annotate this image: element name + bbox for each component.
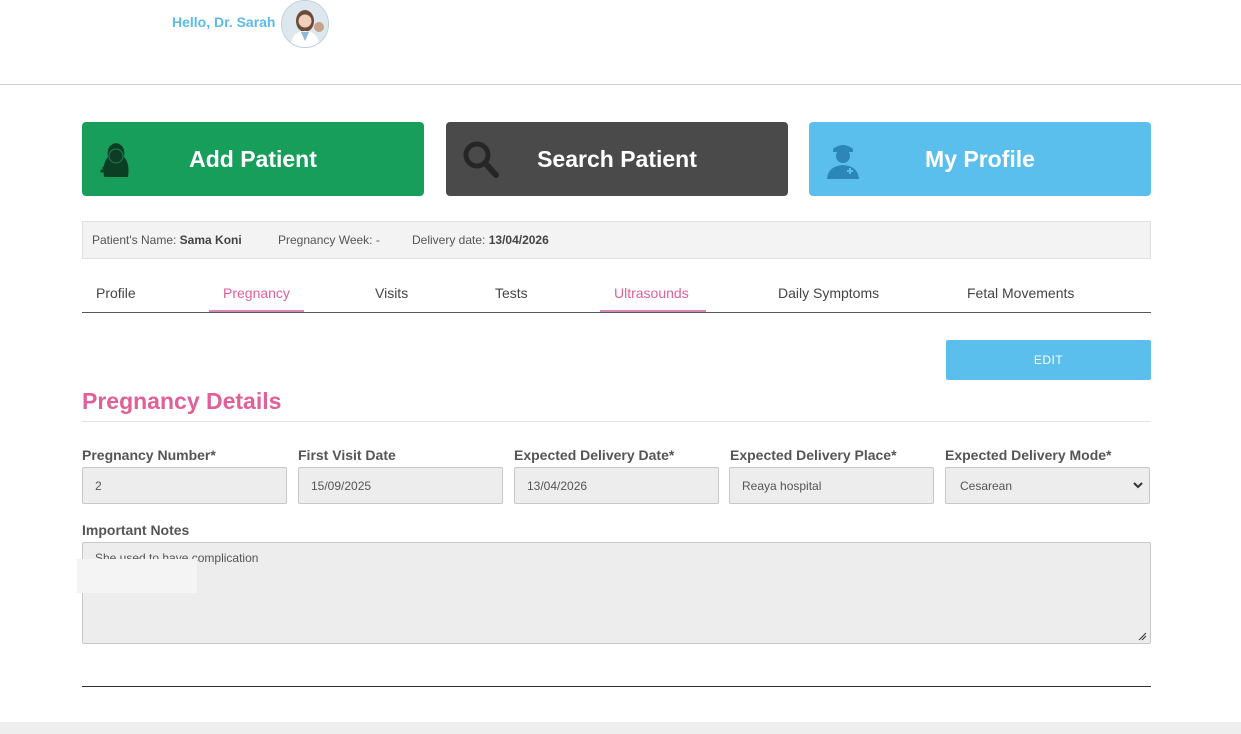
expected-delivery-date-label: Expected Delivery Date* bbox=[514, 447, 675, 463]
top-bar: Hello, Dr. Sarah bbox=[0, 0, 1241, 85]
tab-fetal-movements[interactable]: Fetal Movements bbox=[967, 285, 1074, 301]
tab-ultrasounds[interactable]: Ultrasounds bbox=[614, 285, 689, 301]
tab-ultrasounds-underline bbox=[600, 310, 706, 312]
delivery-date: Delivery date: 13/04/2026 bbox=[412, 233, 549, 247]
resize-grip-icon[interactable] bbox=[1137, 631, 1147, 641]
doctor-avatar-icon[interactable] bbox=[281, 0, 329, 48]
search-patient-label: Search Patient bbox=[537, 145, 697, 172]
tab-pregnancy[interactable]: Pregnancy bbox=[223, 285, 290, 301]
pregnancy-week-value: - bbox=[375, 233, 380, 247]
first-visit-date-label: First Visit Date bbox=[298, 447, 396, 463]
tab-visits[interactable]: Visits bbox=[375, 285, 408, 301]
add-patient-button[interactable]: Add Patient bbox=[82, 122, 424, 196]
section-title: Pregnancy Details bbox=[82, 388, 282, 414]
delivery-date-value: 13/04/2026 bbox=[488, 233, 549, 247]
tab-profile[interactable]: Profile bbox=[96, 285, 136, 301]
my-profile-button[interactable]: My Profile bbox=[809, 122, 1151, 196]
expected-delivery-date-input[interactable] bbox=[514, 467, 719, 504]
tab-bar: Profile Pregnancy Visits Tests Ultrasoun… bbox=[82, 274, 1151, 313]
expected-delivery-place-label: Expected Delivery Place* bbox=[730, 447, 897, 463]
tab-daily-symptoms[interactable]: Daily Symptoms bbox=[778, 285, 879, 301]
expected-delivery-mode-select[interactable]: Cesarean bbox=[945, 467, 1150, 504]
patient-info-bar: Patient's Name: Sama Koni Pregnancy Week… bbox=[82, 221, 1151, 259]
patient-name-value: Sama Koni bbox=[179, 233, 242, 247]
tab-tests[interactable]: Tests bbox=[495, 285, 528, 301]
add-patient-label: Add Patient bbox=[189, 145, 317, 172]
footer bbox=[0, 722, 1241, 734]
patient-name-label: Patient's Name: bbox=[92, 233, 177, 247]
important-notes-textarea[interactable]: She used to have complication bbox=[82, 542, 1151, 644]
tab-pregnancy-underline bbox=[209, 310, 304, 312]
chevron-down-icon bbox=[1133, 482, 1143, 489]
pregnancy-week: Pregnancy Week: - bbox=[278, 233, 380, 247]
bottom-divider bbox=[82, 686, 1151, 687]
section-divider bbox=[82, 421, 1151, 422]
expected-delivery-mode-label: Expected Delivery Mode* bbox=[945, 447, 1112, 463]
pregnancy-number-label: Pregnancy Number* bbox=[82, 447, 216, 463]
notes-overlay bbox=[77, 559, 197, 593]
first-visit-date-input[interactable] bbox=[298, 467, 503, 504]
expected-delivery-place-input[interactable] bbox=[729, 467, 934, 504]
edit-button[interactable]: EDIT bbox=[946, 340, 1151, 380]
delivery-date-label: Delivery date: bbox=[412, 233, 486, 247]
important-notes-label: Important Notes bbox=[82, 522, 190, 538]
pregnancy-number-input[interactable] bbox=[82, 467, 287, 504]
patient-name: Patient's Name: Sama Koni bbox=[92, 233, 242, 247]
search-patient-button[interactable]: Search Patient bbox=[446, 122, 788, 196]
my-profile-label: My Profile bbox=[925, 145, 1035, 172]
pregnancy-week-label: Pregnancy Week: bbox=[278, 233, 373, 247]
greeting-text: Hello, Dr. Sarah bbox=[172, 14, 276, 30]
